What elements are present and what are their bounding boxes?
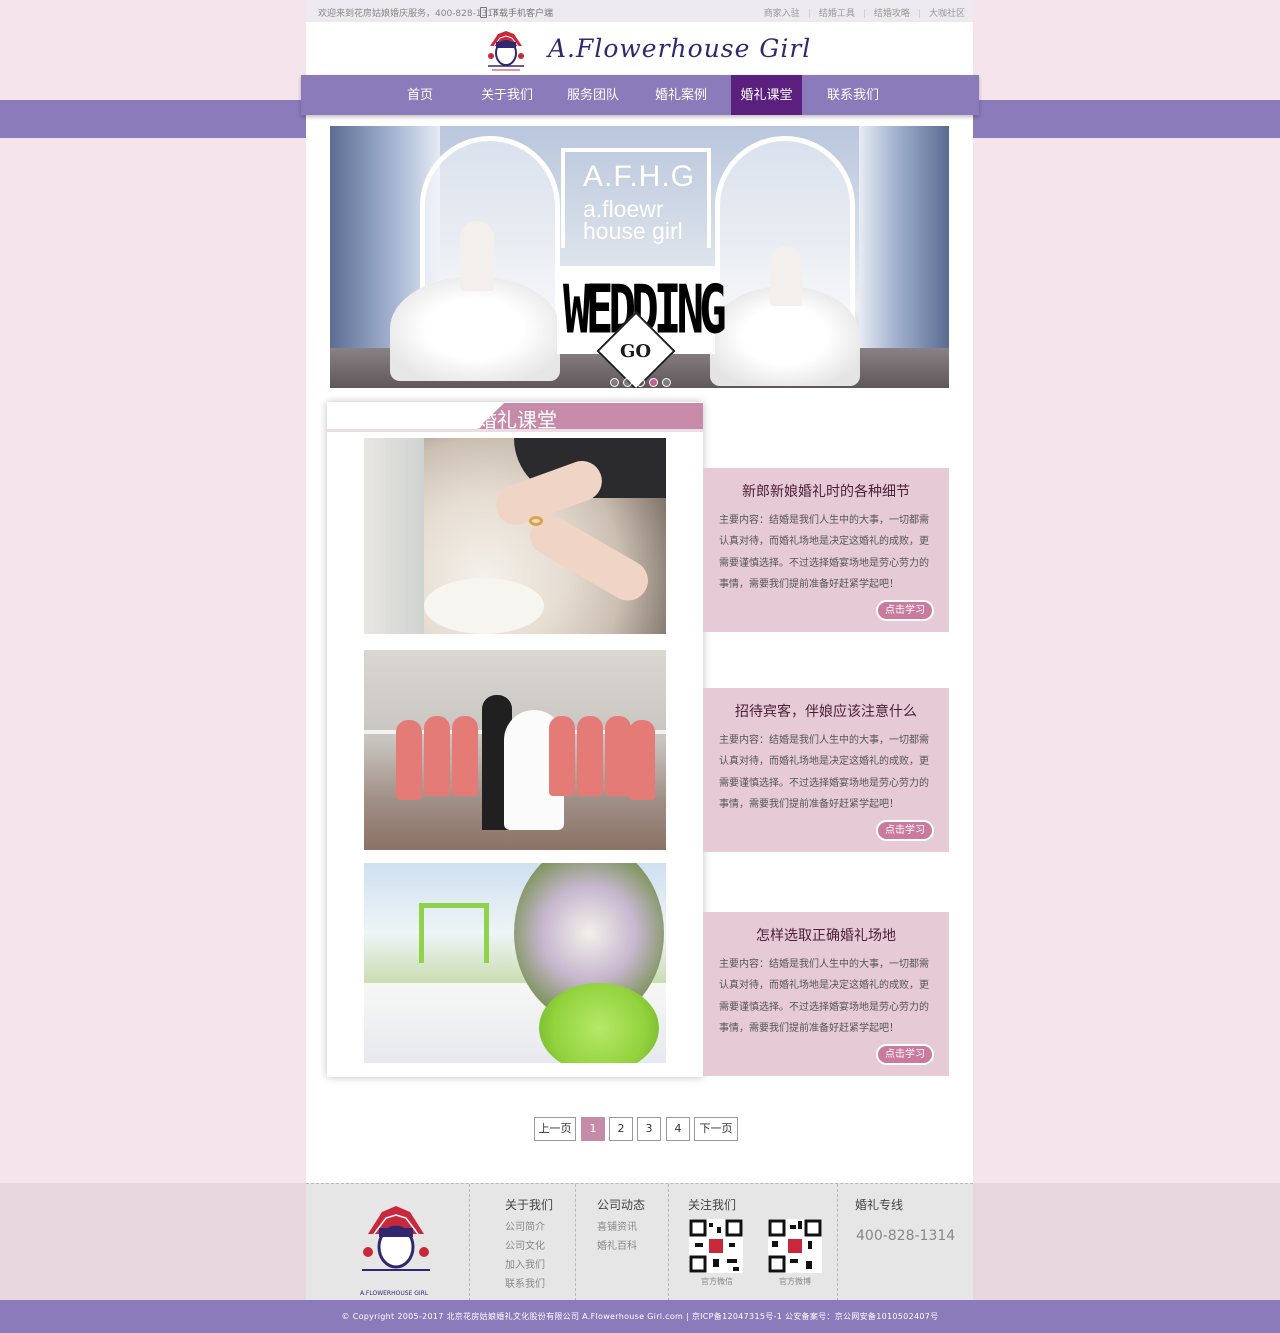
ring-pillow	[424, 578, 544, 634]
slider-dot[interactable]	[623, 378, 632, 387]
bride-right	[770, 246, 802, 306]
bridesmaid-figure	[629, 720, 655, 800]
hero-banner[interactable]: A.F.H.G a.floewr house girl WEDDING GO	[330, 126, 949, 388]
top-link-tools[interactable]: 结婚工具	[819, 9, 855, 19]
lesson-desc: 主要内容：结婚是我们人生中的大事，一切都需认真对待，而婚礼场地是决定这婚礼的成败…	[719, 959, 929, 1035]
lesson-info-2: 招待宾客，伴娘应该注意什么 主要内容：结婚是我们人生中的大事，一切都需认真对待，…	[703, 688, 949, 852]
banner-badge: A.F.H.G a.floewr house girl WEDDING GO	[557, 148, 727, 388]
lesson-title[interactable]: 新郎新娘婚礼时的各种细节	[703, 481, 949, 501]
slider-dot[interactable]	[662, 378, 671, 387]
ring-icon	[529, 516, 543, 526]
bridesmaid-figure	[396, 720, 422, 800]
lesson-title[interactable]: 怎样选取正确婚礼场地	[703, 925, 949, 945]
top-link-guide[interactable]: 结婚攻略	[874, 9, 910, 19]
nav-about[interactable]: 关于我们	[468, 75, 546, 115]
learn-button[interactable]: 点击学习	[876, 820, 934, 841]
footer: A.FLOWERHOUSE GIRL 关于我们 公司简介 公司文化 加入我们 联…	[0, 1183, 1280, 1301]
download-app-label: 下载手机客户端	[490, 9, 554, 19]
footer-link[interactable]: 联系我们	[505, 1275, 545, 1290]
brand-logo-icon	[488, 31, 524, 71]
lesson-info-1: 新郎新娘婚礼时的各种细节 主要内容：结婚是我们人生中的大事，一切都需认真对待，而…	[703, 468, 949, 632]
page-button[interactable]: 4	[666, 1117, 690, 1141]
brand[interactable]: A.Flowerhouse Girl	[484, 28, 814, 72]
welcome-text: 欢迎来到花房姑娘婚庆服务，400-828-1314	[318, 9, 499, 19]
footer-divider	[575, 1184, 576, 1301]
phone-icon	[480, 7, 487, 18]
footer-inner: A.FLOWERHOUSE GIRL 关于我们 公司简介 公司文化 加入我们 联…	[306, 1183, 973, 1301]
nav-classroom[interactable]: 婚礼课堂	[731, 75, 802, 115]
glass-decor	[364, 438, 424, 634]
nav-home[interactable]: 首页	[382, 75, 458, 115]
prev-page-button[interactable]: 上一页	[534, 1117, 576, 1141]
page-button[interactable]: 2	[609, 1117, 633, 1141]
download-app-link[interactable]: 下载手机客户端	[480, 6, 553, 19]
weibo-qr-icon[interactable]	[768, 1219, 822, 1273]
footer-news-title: 公司动态	[597, 1198, 646, 1212]
lesson-photo-rings[interactable]	[364, 438, 666, 634]
lesson-photo-venue[interactable]	[364, 863, 666, 1063]
lesson-desc: 主要内容：结婚是我们人生中的大事，一切都需认真对待，而婚礼场地是决定这婚礼的成败…	[719, 515, 929, 591]
copyright-bar: © Copyright 2005-2017 北京花房姑娘婚礼文化股份有限公司 A…	[0, 1300, 1280, 1333]
nav-cases[interactable]: 婚礼案例	[641, 75, 721, 115]
slider-dot-active[interactable]	[649, 378, 658, 387]
slider-dot[interactable]	[610, 378, 619, 387]
lesson-desc: 主要内容：结婚是我们人生中的大事，一切都需认真对待，而婚礼场地是决定这婚礼的成败…	[719, 735, 929, 811]
footer-logo-text: A.FLOWERHOUSE GIRL	[360, 1290, 429, 1297]
learn-button[interactable]: 点击学习	[876, 1044, 934, 1065]
bridesmaid-figure	[577, 716, 603, 796]
bridesmaid-figure	[424, 716, 450, 796]
top-link-merchant[interactable]: 商家入驻	[764, 9, 800, 19]
main-nav: 首页 关于我们 服务团队 婚礼案例 婚礼课堂 联系我们	[301, 75, 979, 115]
right-decor-band	[973, 100, 1280, 138]
footer-logo-icon	[362, 1206, 430, 1271]
badge-line-2: house girl	[583, 218, 683, 244]
slider-dots	[610, 372, 675, 387]
wechat-qr-icon[interactable]	[689, 1219, 743, 1273]
learn-button[interactable]: 点击学习	[876, 600, 934, 621]
bridesmaid-figure	[452, 716, 478, 796]
footer-hotline-title: 婚礼专线	[855, 1198, 904, 1212]
footer-hotline-number: 400-828-1314	[856, 1228, 956, 1244]
footer-link[interactable]: 公司简介	[505, 1218, 545, 1233]
bride-left	[460, 221, 494, 291]
venue-arch	[419, 903, 489, 963]
bridesmaid-figure	[605, 716, 631, 796]
lesson-info-3: 怎样选取正确婚礼场地 主要内容：结婚是我们人生中的大事，一切都需认真对待，而婚礼…	[703, 912, 949, 1076]
green-tulle	[539, 983, 659, 1063]
page-button-current[interactable]: 1	[581, 1117, 605, 1141]
weibo-qr-label: 官方微博	[779, 1277, 811, 1286]
wechat-qr-label: 官方微信	[701, 1277, 733, 1286]
brand-name: A.Flowerhouse Girl	[548, 34, 812, 63]
footer-follow-title: 关注我们	[688, 1198, 737, 1212]
next-page-button[interactable]: 下一页	[694, 1117, 738, 1141]
footer-divider	[469, 1184, 470, 1301]
lesson-photo-bridesmaids[interactable]	[364, 650, 666, 850]
page-button[interactable]: 3	[637, 1117, 661, 1141]
left-decor-band	[0, 100, 306, 138]
footer-link[interactable]: 喜铺资讯	[597, 1218, 637, 1233]
nav-team[interactable]: 服务团队	[553, 75, 633, 115]
footer-link[interactable]: 加入我们	[505, 1256, 545, 1271]
top-links: 商家入驻 | 结婚工具 | 结婚攻略 | 大咖社区	[763, 9, 965, 19]
badge-go: GO	[620, 341, 652, 362]
section-header: 婚礼课堂	[327, 402, 703, 432]
bride-hand	[522, 508, 656, 608]
footer-about-title: 关于我们	[505, 1198, 554, 1212]
slider-dot[interactable]	[636, 378, 645, 387]
section-title: 婚礼课堂	[477, 408, 557, 432]
nav-contact[interactable]: 联系我们	[813, 75, 893, 115]
bride-dress-left	[390, 276, 560, 381]
footer-divider	[837, 1184, 838, 1301]
lesson-title[interactable]: 招待宾客，伴娘应该注意什么	[703, 701, 949, 721]
footer-link[interactable]: 公司文化	[505, 1237, 545, 1252]
footer-divider	[668, 1184, 669, 1301]
footer-link[interactable]: 婚礼百科	[597, 1237, 637, 1252]
bridesmaid-figure	[549, 716, 575, 796]
top-bar: 欢迎来到花房姑娘婚庆服务，400-828-1314 下载手机客户端 商家入驻 | 结…	[306, 0, 973, 22]
badge-abbr: A.F.H.G	[583, 160, 696, 193]
top-link-community[interactable]: 大咖社区	[929, 9, 965, 19]
